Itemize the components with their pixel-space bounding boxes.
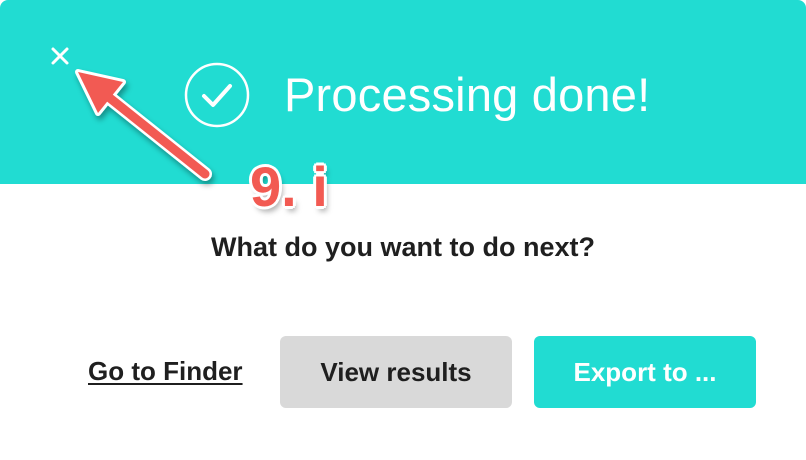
close-icon	[51, 47, 69, 65]
close-button[interactable]	[44, 40, 76, 72]
dialog-title: Processing done!	[284, 68, 651, 121]
processing-done-dialog: Processing done! What do you want to do …	[0, 0, 806, 460]
check-circle-icon	[184, 62, 250, 128]
next-step-question: What do you want to do next?	[211, 232, 595, 262]
view-results-button[interactable]: View results	[280, 336, 512, 408]
go-to-finder-link[interactable]: Go to Finder	[88, 356, 243, 387]
step-annotation-label: 9. i	[250, 155, 328, 218]
dialog-header: Processing done!	[0, 0, 806, 184]
export-button[interactable]: Export to ...	[534, 336, 756, 408]
